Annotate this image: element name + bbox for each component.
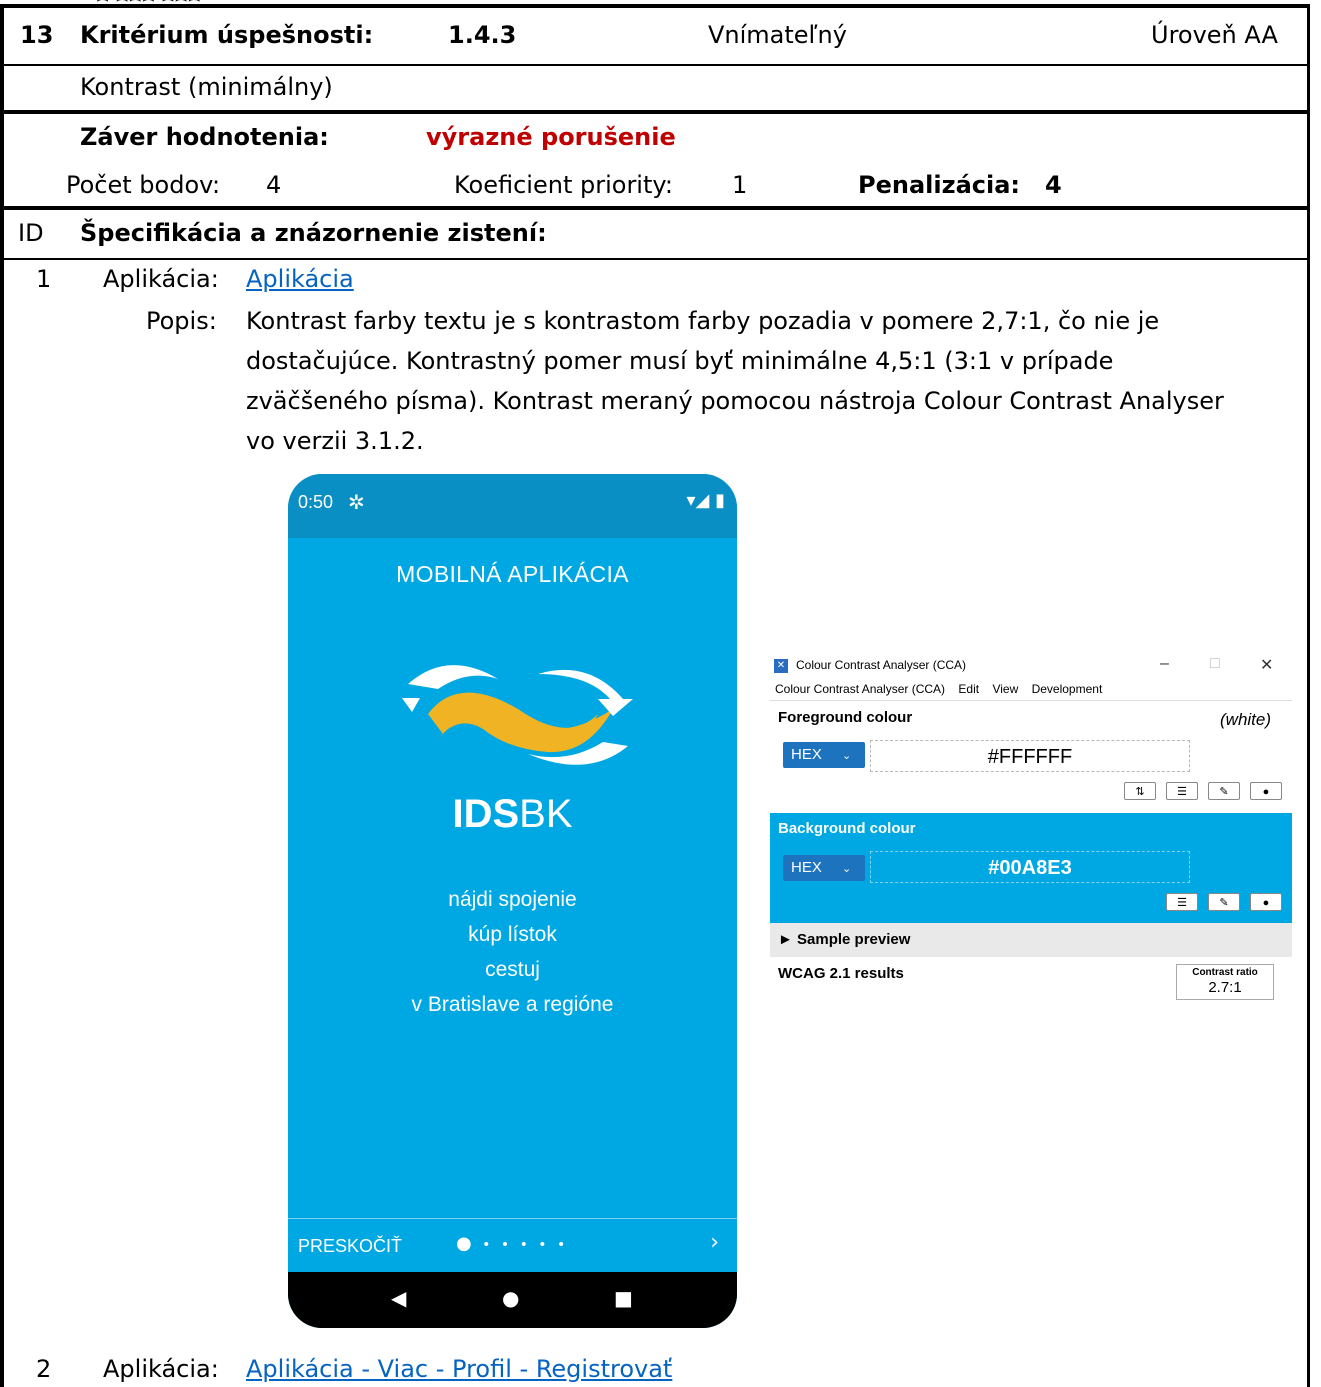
finding-desc-line: dostačujúce. Kontrastný pomer musí byť m…: [246, 347, 1114, 375]
id-column-label: ID: [18, 219, 44, 247]
menu-item[interactable]: Edit: [958, 682, 979, 696]
close-icon[interactable]: ✕: [1260, 655, 1273, 675]
sliders-icon[interactable]: ☰: [1166, 782, 1198, 800]
brand-bold: IDS: [452, 792, 520, 836]
help-icon[interactable]: ●: [1250, 782, 1282, 800]
penalty-label: Penalizácia:: [858, 171, 1021, 199]
foreground-name: (white): [1220, 710, 1272, 729]
penalty-value: 4: [1045, 171, 1062, 199]
skip-button[interactable]: PRESKOČIŤ: [298, 1236, 402, 1257]
brand-light: BK: [519, 792, 573, 836]
criterion-label: Kritérium úspešnosti:: [80, 21, 374, 49]
cca-window: ✕ Colour Contrast Analyser (CCA) – □ ✕ C…: [770, 653, 1292, 1013]
foreground-format-select[interactable]: HEX ⌄: [783, 742, 865, 768]
row-divider: [0, 258, 1309, 260]
foreground-hex-input[interactable]: #FFFFFF: [870, 740, 1190, 772]
level: Úroveň AA: [1151, 21, 1278, 49]
android-nav-bar: ◀ ● ■: [288, 1272, 737, 1328]
row-divider: [0, 64, 1309, 66]
menu-divider: [770, 700, 1292, 701]
finding-app-link[interactable]: Aplikácia: [246, 264, 354, 294]
contrast-ratio-value: 2.7:1: [1208, 979, 1242, 996]
cca-app-icon: ✕: [774, 659, 788, 673]
phone-screenshot: 0:50 ✲ ▾◢ ▮ MOBILNÁ APLIKÁCIA IDSBK nájd…: [288, 474, 737, 1328]
principle: Vnímateľný: [708, 21, 847, 49]
row-divider: [0, 206, 1309, 210]
sample-preview-toggle[interactable]: ► Sample preview: [770, 923, 1292, 957]
sliders-icon[interactable]: ☰: [1166, 893, 1198, 911]
maximize-icon[interactable]: □: [1210, 655, 1220, 673]
chevron-down-icon: ⌄: [842, 863, 852, 875]
finding-desc-line: vo verzii 3.1.2.: [246, 427, 424, 455]
minimize-icon[interactable]: –: [1160, 655, 1169, 673]
chevron-down-icon: ⌄: [842, 750, 852, 762]
app-title: MOBILNÁ APLIKÁCIA: [396, 561, 629, 587]
priority-value: 1: [732, 171, 748, 199]
home-icon[interactable]: ●: [502, 1286, 519, 1310]
conclusion-value: výrazné porušenie: [426, 123, 676, 151]
page-top-fragment: ⌢ ⌢⌢⌢ ⌢⌢⌢: [96, 0, 276, 2]
background-panel: Background colour HEX ⌄ #00A8E3 ☰ ✎ ●: [770, 813, 1292, 927]
menu-item[interactable]: View: [992, 682, 1018, 696]
idsbk-logo-icon: [402, 665, 633, 765]
results-label: WCAG 2.1 results: [778, 965, 904, 982]
table-border-left: [0, 4, 4, 1387]
criterion-id: 1.4.3: [448, 21, 517, 49]
finding-id: 1: [36, 265, 52, 293]
foreground-label: Foreground colour: [778, 709, 913, 726]
page-indicator: ● • • • • •: [456, 1233, 569, 1254]
finding-app-label: Aplikácia:: [103, 265, 219, 293]
background-hex-input[interactable]: #00A8E3: [870, 851, 1190, 883]
menu-bar: Colour Contrast Analyser (CCA) Edit View…: [775, 682, 1112, 696]
recents-icon[interactable]: ■: [614, 1286, 633, 1310]
swap-icon[interactable]: ⇅: [1124, 782, 1156, 800]
chevron-right-icon[interactable]: ›: [710, 1230, 719, 1255]
eyedropper-icon[interactable]: ✎: [1208, 893, 1240, 911]
window-title: Colour Contrast Analyser (CCA): [796, 658, 967, 672]
back-icon[interactable]: ◀: [391, 1286, 406, 1310]
finding-app-label: Aplikácia:: [103, 1355, 219, 1383]
finding-desc-line: Kontrast farby textu je s kontrastom far…: [246, 307, 1160, 335]
tagline-line: cestuj: [485, 958, 540, 981]
table-border-top: [0, 4, 1309, 8]
finding-desc-label: Popis:: [146, 307, 217, 335]
help-icon[interactable]: ●: [1250, 893, 1282, 911]
finding-app-link[interactable]: Aplikácia - Viac - Profil - Registrovať: [246, 1354, 672, 1384]
eyedropper-icon[interactable]: ✎: [1208, 782, 1240, 800]
points-value: 4: [266, 171, 282, 199]
tagline-line: v Bratislave a regióne: [411, 993, 614, 1016]
priority-label: Koeficient priority:: [454, 171, 673, 199]
findings-heading: Špecifikácia a znázornenie zistení:: [80, 219, 547, 247]
brand-name: IDSBK: [288, 792, 737, 837]
criterion-name: Kontrast (minimálny): [80, 73, 333, 101]
tagline-line: nájdi spojenie: [448, 888, 577, 911]
conclusion-label: Záver hodnotenia:: [80, 123, 329, 151]
contrast-ratio-label: Contrast ratio: [1192, 967, 1258, 978]
menu-item[interactable]: Development: [1032, 682, 1103, 696]
tagline-line: kúp lístok: [468, 923, 557, 946]
finding-id: 2: [36, 1355, 52, 1383]
format-label: HEX: [791, 746, 822, 763]
table-border-right: [1307, 4, 1310, 1387]
bottom-divider: [288, 1218, 737, 1219]
background-label: Background colour: [778, 820, 916, 837]
menu-item[interactable]: Colour Contrast Analyser (CCA): [775, 682, 945, 696]
signal-battery-icon: ▾◢ ▮: [686, 490, 725, 511]
gear-icon: ✲: [348, 490, 365, 514]
format-label: HEX: [791, 859, 822, 876]
points-label: Počet bodov:: [66, 171, 221, 199]
row-divider: [0, 110, 1309, 114]
finding-desc-line: zväčšeného písma). Kontrast meraný pomoc…: [246, 387, 1224, 415]
contrast-ratio-box: Contrast ratio 2.7:1: [1176, 964, 1274, 1000]
criterion-number: 13: [20, 21, 54, 49]
status-time: 0:50: [298, 492, 334, 512]
background-format-select[interactable]: HEX ⌄: [783, 855, 865, 881]
